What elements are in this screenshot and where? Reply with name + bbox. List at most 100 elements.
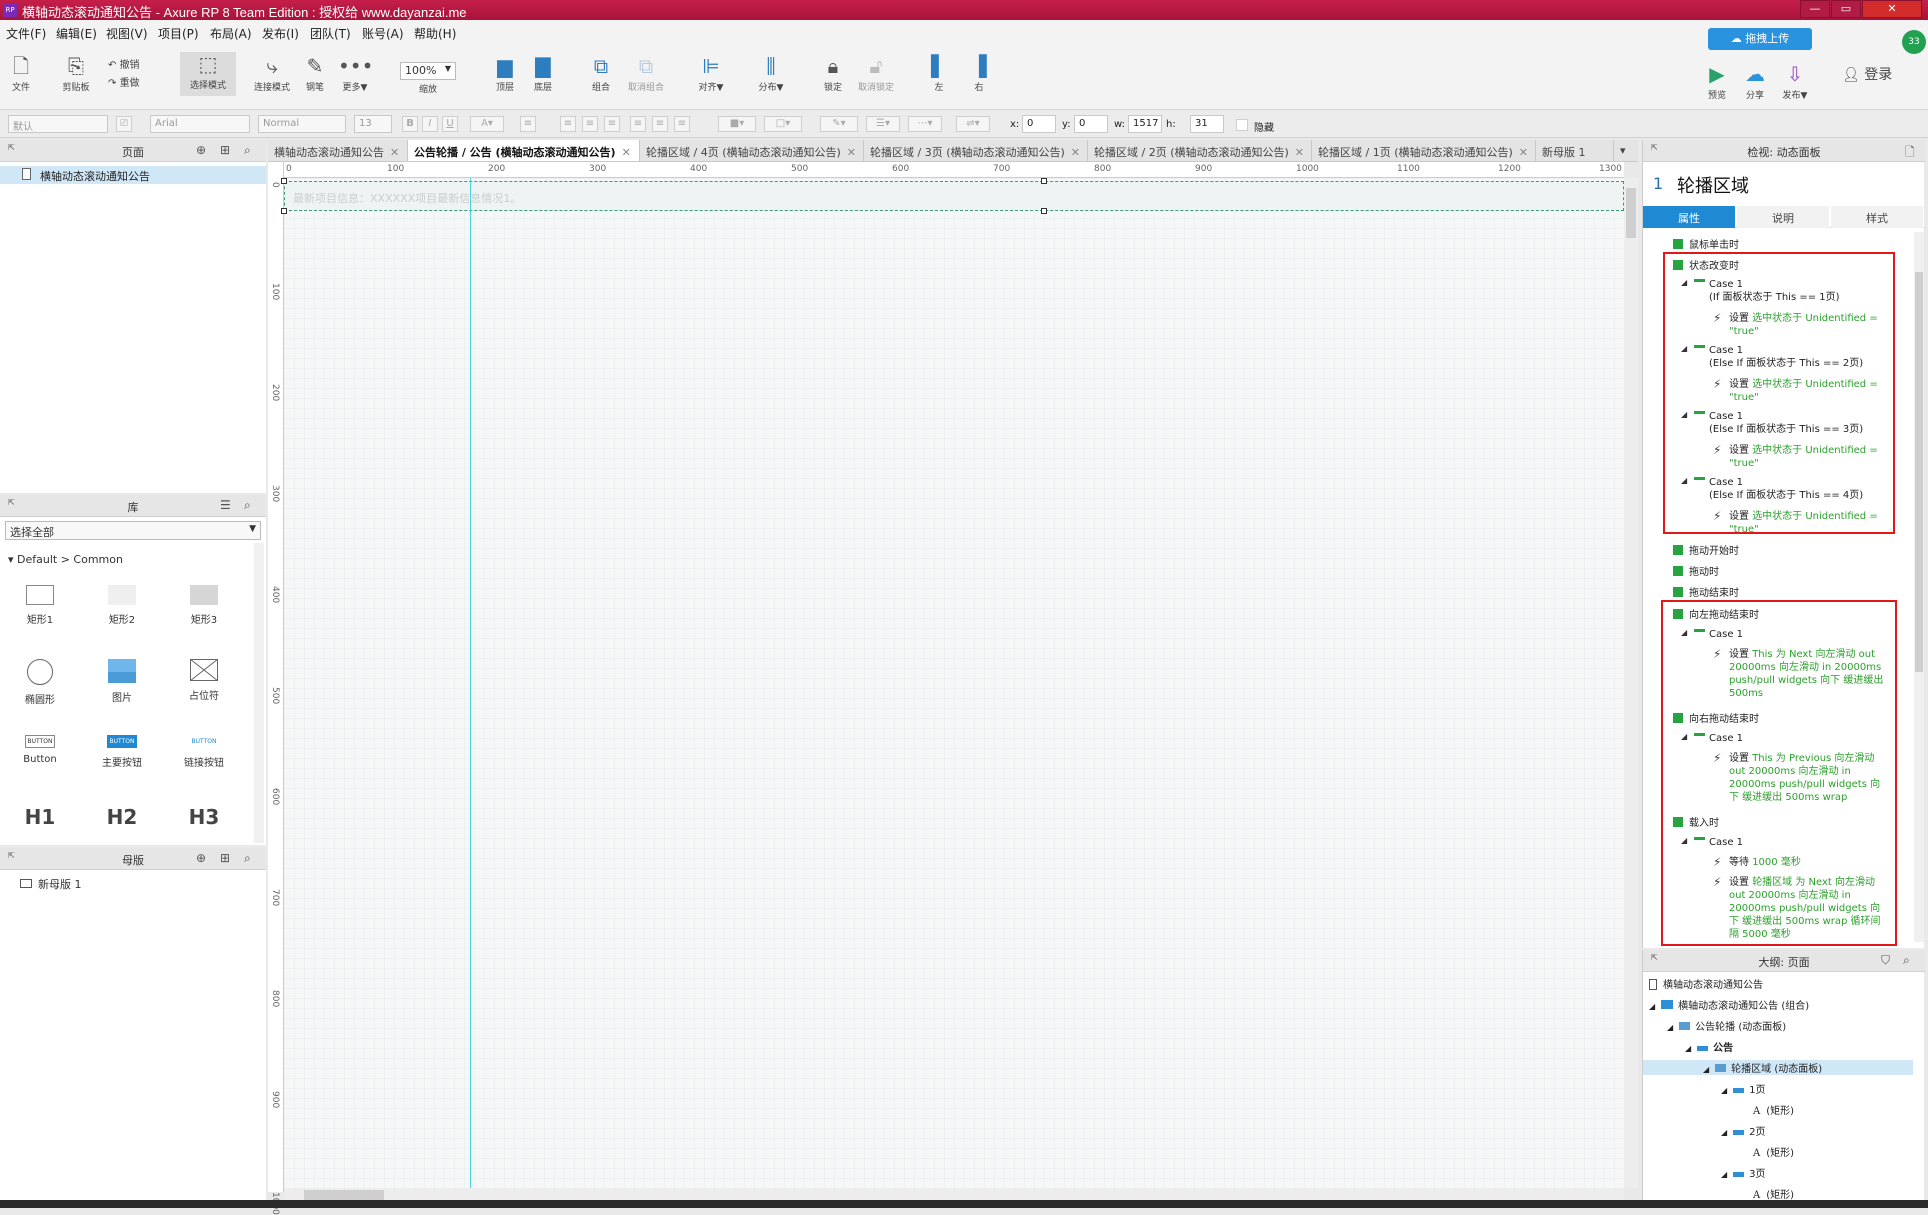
menu-account[interactable]: 账号(A) <box>362 25 404 42</box>
tab-carousel-page3[interactable]: 轮播区域 / 3页 (横轴动态滚动通知公告) ✕ <box>864 140 1088 161</box>
shadow-icon[interactable]: □▾ <box>764 116 802 132</box>
tab-carousel-page2[interactable]: 轮播区域 / 2页 (横轴动态滚动通知公告) ✕ <box>1088 140 1312 161</box>
menu-publish[interactable]: 发布(I) <box>262 25 299 42</box>
add-master-icon[interactable]: ⊕ <box>196 851 206 865</box>
underline-icon[interactable]: U <box>442 116 458 132</box>
format-painter-icon[interactable]: ⎚ <box>116 116 132 132</box>
hidden-checkbox[interactable] <box>1236 119 1248 131</box>
align-right-icon[interactable]: ≡ <box>604 116 620 132</box>
close-button[interactable]: ✕ <box>1862 0 1922 18</box>
outline-row[interactable]: A (矩形) <box>1753 1102 1794 1117</box>
height-input[interactable]: 31 <box>1190 115 1224 133</box>
add-page-icon[interactable]: ⊕ <box>196 143 206 157</box>
tab-master[interactable]: 新母版 1 <box>1536 140 1614 161</box>
resize-handle[interactable] <box>281 178 287 184</box>
menu-edit[interactable]: 编辑(E) <box>56 25 97 42</box>
align-left-icon[interactable]: ≡ <box>560 116 576 132</box>
minimize-button[interactable]: — <box>1800 0 1830 18</box>
font-color-icon[interactable]: A▾ <box>470 116 504 132</box>
carousel-region-widget[interactable]: 最新项目信息：XXXXXX项目最新信息情况1。 <box>284 181 1624 211</box>
undo-button[interactable]: ↶ 撤销 <box>108 54 152 71</box>
library-item-rect2[interactable]: 矩形2 <box>82 585 162 626</box>
outline-row[interactable]: ◢ 1页 <box>1721 1081 1766 1096</box>
size-select[interactable]: 13 <box>354 115 392 133</box>
clipboard-button[interactable]: ⎘ 剪贴板 <box>56 54 96 93</box>
outline-row[interactable]: A (矩形) <box>1753 1144 1794 1159</box>
bold-icon[interactable]: B <box>402 116 418 132</box>
bring-to-front-button[interactable]: ▆ 顶层 <box>490 54 520 93</box>
outline-row[interactable]: 横轴动态滚动通知公告 <box>1649 976 1763 991</box>
line-width-icon[interactable]: ☰▾ <box>866 116 900 132</box>
menu-project[interactable]: 项目(P) <box>158 25 199 42</box>
widget-name-field[interactable]: 1 轮播区域 <box>1643 168 1925 200</box>
publish-button[interactable]: ⇩ 发布▼ <box>1778 62 1812 101</box>
filter-icon[interactable]: ⛉ <box>1881 953 1890 968</box>
zoom-select[interactable]: 100% ▼ <box>400 62 456 80</box>
resize-handle[interactable] <box>281 208 287 214</box>
tab-style[interactable]: 样式 <box>1831 206 1923 228</box>
line-style-icon[interactable]: ⋯▾ <box>908 116 942 132</box>
file-button[interactable]: 🗋 文件 <box>6 54 36 93</box>
outline-row[interactable]: ◢ 2页 <box>1721 1123 1766 1138</box>
outline-row[interactable]: ◢ 横轴动态滚动通知公告 (组合) <box>1649 997 1809 1012</box>
event-mouse-click[interactable]: 鼠标单击时 <box>1673 236 1928 251</box>
ungroup-button[interactable]: ⧉ 取消组合 <box>624 54 668 93</box>
width-input[interactable]: 1517 <box>1128 115 1162 133</box>
preview-button[interactable]: ▶ 预览 <box>1702 62 1732 101</box>
event-drag-end[interactable]: 拖动结束时 <box>1673 584 1928 599</box>
notification-badge[interactable]: 33 <box>1902 30 1926 54</box>
outline-row[interactable]: ◢ 3页 <box>1721 1165 1766 1180</box>
library-group-header[interactable]: ▾ Default > Common <box>8 553 123 566</box>
tab-carousel-page4[interactable]: 轮播区域 / 4页 (横轴动态滚动通知公告) ✕ <box>640 140 864 161</box>
library-item-button[interactable]: BUTTON Button <box>0 735 80 765</box>
y-input[interactable]: 0 <box>1074 115 1108 133</box>
library-scrollbar[interactable] <box>254 543 264 843</box>
notes-icon[interactable]: 🗋 <box>1905 143 1915 164</box>
event-dragging[interactable]: 拖动时 <box>1673 563 1928 578</box>
menu-team[interactable]: 团队(T) <box>310 25 351 42</box>
library-item-rect1[interactable]: 矩形1 <box>0 585 80 626</box>
resize-handle[interactable] <box>1041 208 1047 214</box>
style-select[interactable]: 默认 <box>8 115 108 133</box>
menu-help[interactable]: 帮助(H) <box>414 25 456 42</box>
search-icon[interactable]: ⌕ <box>1903 953 1910 968</box>
connect-mode-button[interactable]: ⤷ 连接模式 <box>250 54 294 93</box>
align-center-icon[interactable]: ≡ <box>582 116 598 132</box>
arrow-style-icon[interactable]: ⇌▾ <box>956 116 990 132</box>
event-drag-start[interactable]: 拖动开始时 <box>1673 542 1928 557</box>
share-button[interactable]: ☁ 分享 <box>1740 62 1770 101</box>
tabs-overflow-icon[interactable]: ▾ <box>1614 140 1638 161</box>
library-item-primary-button[interactable]: BUTTON 主要按钮 <box>82 735 162 769</box>
outline-row[interactable]: A (矩形) <box>1753 1186 1794 1201</box>
select-mode-button[interactable]: ⬚ 选择模式 <box>180 52 236 96</box>
redo-button[interactable]: ↷ 重做 <box>108 72 152 89</box>
menu-view[interactable]: 视图(V) <box>106 25 148 42</box>
library-select[interactable]: 选择全部 ▼ <box>5 521 261 540</box>
guide-line[interactable] <box>470 178 471 1188</box>
search-icon[interactable]: ⌕ <box>244 851 251 866</box>
library-item-placeholder[interactable]: 占位符 <box>164 659 244 702</box>
library-item-rect3[interactable]: 矩形3 <box>164 585 244 626</box>
line-color-icon[interactable]: ✎▾ <box>820 116 858 132</box>
outline-row[interactable]: ◢ 公告轮播 (动态面板) <box>1667 1018 1786 1033</box>
scroll-thumb[interactable] <box>1915 272 1923 672</box>
align-button[interactable]: ⊫ 对齐▼ <box>696 54 726 93</box>
group-button[interactable]: ⧉ 组合 <box>586 54 616 93</box>
tab-carousel-page1[interactable]: 轮播区域 / 1页 (横轴动态滚动通知公告) ✕ <box>1312 140 1536 161</box>
align-bottom-icon[interactable]: ≡ <box>674 116 690 132</box>
outline-row-selected[interactable]: ◢ 轮播区域 (动态面板) <box>1643 1060 1913 1075</box>
login-button[interactable]: 👤︎ 登录 <box>1842 64 1892 84</box>
tab-notes[interactable]: 说明 <box>1737 206 1829 228</box>
design-canvas[interactable]: 最新项目信息：XXXXXX项目最新信息情况1。 <box>281 178 1624 1188</box>
master-item[interactable]: 新母版 1 <box>20 876 82 892</box>
library-item-image[interactable]: 图片 <box>82 659 162 704</box>
pen-button[interactable]: ✎ 钢笔 <box>300 54 330 93</box>
align-top-icon[interactable]: ≡ <box>630 116 646 132</box>
fill-color-icon[interactable]: ■▾ <box>718 116 756 132</box>
add-folder-icon[interactable]: ⊞ <box>220 143 230 157</box>
font-select[interactable]: Arial <box>150 115 250 133</box>
search-icon[interactable]: ⌕ <box>244 498 251 513</box>
add-folder-icon[interactable]: ⊞ <box>220 851 230 865</box>
maximize-button[interactable]: ▭ <box>1831 0 1861 18</box>
align-middle-icon[interactable]: ≡ <box>652 116 668 132</box>
